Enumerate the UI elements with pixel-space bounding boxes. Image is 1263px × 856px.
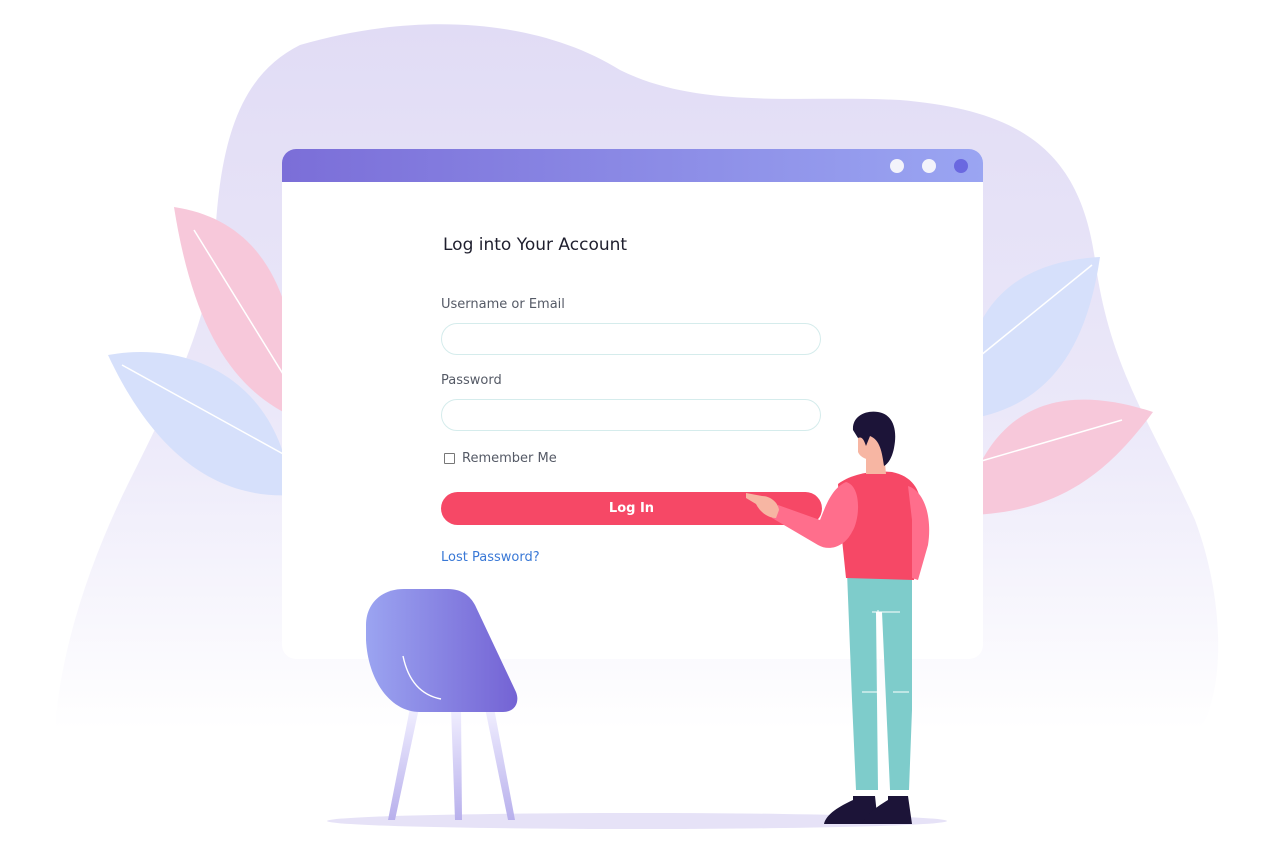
- remember-me-label[interactable]: Remember Me: [462, 451, 557, 466]
- floor-shadow: [327, 813, 947, 829]
- login-button[interactable]: Log In: [441, 492, 822, 525]
- window-titlebar: [282, 149, 983, 182]
- browser-window: Log into Your Account Username or Email …: [282, 149, 983, 659]
- username-input[interactable]: [441, 323, 821, 355]
- window-dot-1[interactable]: [890, 159, 904, 173]
- remember-me-checkbox[interactable]: [444, 453, 455, 464]
- username-label: Username or Email: [441, 297, 565, 312]
- window-dot-3[interactable]: [954, 159, 968, 173]
- password-input[interactable]: [441, 399, 821, 431]
- page-title: Log into Your Account: [443, 235, 628, 255]
- password-label: Password: [441, 373, 502, 388]
- window-dot-2[interactable]: [922, 159, 936, 173]
- remember-me-row: Remember Me: [444, 451, 557, 466]
- lost-password-link[interactable]: Lost Password?: [441, 550, 540, 565]
